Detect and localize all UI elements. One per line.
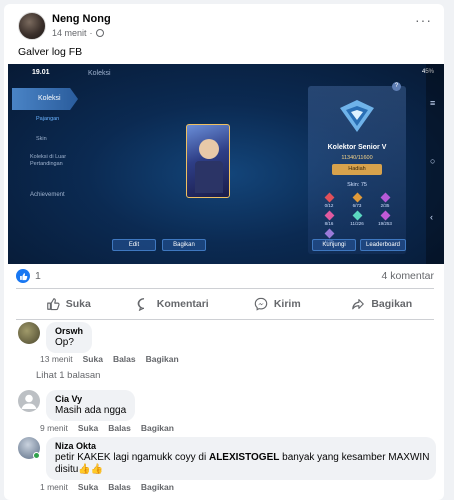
comment-time[interactable]: 1 menit bbox=[40, 482, 68, 492]
image-nav: Koleksi Pajangan Skin Koleksi di Luar Pe… bbox=[8, 84, 82, 254]
commenter-name[interactable]: Niza Okta bbox=[55, 441, 427, 451]
post-meta: 14 menit · bbox=[52, 28, 104, 38]
meta-separator: · bbox=[89, 28, 93, 38]
more-options-icon[interactable]: ··· bbox=[415, 12, 432, 28]
comment-text: Op? bbox=[55, 337, 74, 348]
post-actions: Suka Komentari Kirim Bagikan bbox=[16, 290, 434, 318]
share-icon bbox=[352, 299, 365, 310]
comment-text-part: petir KAKEK lagi ngamukk coyy di bbox=[55, 452, 209, 463]
image-skin-card bbox=[186, 124, 230, 198]
image-screen-title: Koleksi bbox=[88, 70, 111, 77]
comment-like-button[interactable]: Suka bbox=[78, 482, 98, 492]
divider bbox=[16, 319, 434, 320]
comment-reply-button[interactable]: Balas bbox=[108, 423, 131, 433]
like-button[interactable]: Suka bbox=[16, 290, 121, 318]
comment-reply-button[interactable]: Balas bbox=[108, 482, 131, 492]
default-avatar-icon bbox=[21, 394, 37, 409]
comment-time[interactable]: 9 menit bbox=[40, 423, 68, 433]
view-replies-link[interactable]: Lihat 1 balasan bbox=[36, 370, 100, 381]
comment-actions: 9 menit Suka Balas Bagikan bbox=[40, 423, 174, 433]
comment-share-button[interactable]: Bagikan bbox=[146, 354, 179, 364]
image-help-icon: ? bbox=[392, 82, 401, 91]
post-time[interactable]: 14 menit bbox=[52, 28, 87, 38]
comment-share-button[interactable]: Bagikan bbox=[141, 482, 174, 492]
rank-emblem-icon bbox=[340, 100, 374, 132]
comment-text-bold: ALEXISTOGEL bbox=[208, 452, 280, 463]
image-menu-icon: ≡ bbox=[430, 98, 436, 108]
image-grid-cell: 19/253 bbox=[374, 210, 396, 226]
image-nav-active-label: Koleksi bbox=[38, 95, 61, 102]
comment-button[interactable]: Komentari bbox=[121, 290, 226, 318]
image-nav-item: Koleksi di Luar Pertandingan bbox=[30, 154, 67, 167]
image-rank-title: Kolektor Senior V bbox=[327, 144, 387, 151]
send-button-label: Kirim bbox=[273, 298, 301, 310]
comment-text: petir KAKEK lagi ngamukk coyy di ALEXIST… bbox=[55, 452, 430, 463]
comment-button-label: Komentari bbox=[156, 298, 209, 310]
image-status-time: 19.01 bbox=[32, 69, 50, 76]
comment-bubble: Niza Okta petir KAKEK lagi ngamukk coyy … bbox=[46, 437, 436, 480]
image-grid-cell: 8/16 bbox=[318, 210, 340, 226]
image-rank-panel: Kolektor Senior V 11340/11600 Hadiah Ski… bbox=[308, 86, 406, 254]
messenger-icon bbox=[254, 297, 268, 311]
image-grid-cell: 11/226 bbox=[346, 210, 368, 226]
comment-share-button[interactable]: Bagikan bbox=[141, 423, 174, 433]
comment-actions: 1 menit Suka Balas Bagikan bbox=[40, 482, 174, 492]
reaction-summary[interactable]: 1 bbox=[16, 269, 41, 283]
comment-like-button[interactable]: Suka bbox=[83, 354, 103, 364]
like-button-label: Suka bbox=[65, 298, 91, 310]
image-edit-button: Edit bbox=[112, 239, 156, 251]
image-nav-item: Skin bbox=[36, 136, 47, 142]
image-nav-achievement: Achievement bbox=[30, 192, 65, 198]
comment-like-button[interactable]: Suka bbox=[78, 423, 98, 433]
image-home-icon: ○ bbox=[430, 156, 436, 166]
commenter-name[interactable]: Cia Vy bbox=[55, 394, 126, 404]
image-points: 11340/11600 bbox=[341, 155, 373, 161]
image-share-button: Bagikan bbox=[162, 239, 206, 251]
image-grid-cell: 0/12 bbox=[318, 192, 340, 208]
comment-text-part: banyak yang kesamber MAXWIN bbox=[279, 452, 430, 463]
thumbs-up-icon bbox=[46, 298, 60, 311]
image-grid-cell: 2/35 bbox=[374, 192, 396, 208]
comment-reply-button[interactable]: Balas bbox=[113, 354, 136, 364]
image-leaderboard-button: Leaderboard bbox=[360, 239, 406, 251]
post-card: Neng Nong 14 menit · ··· Galver log FB 1… bbox=[4, 4, 444, 500]
post-caption: Galver log FB bbox=[18, 46, 83, 58]
image-skin-count: Skin: 75 bbox=[347, 182, 367, 188]
image-visit-button: Kunjungi bbox=[312, 239, 356, 251]
share-button[interactable]: Bagikan bbox=[330, 290, 435, 318]
comment-time[interactable]: 13 menit bbox=[40, 354, 73, 364]
author-name[interactable]: Neng Nong bbox=[52, 13, 111, 25]
like-count: 1 bbox=[35, 270, 41, 282]
comment-bubble: Orswh Op? bbox=[46, 322, 93, 353]
comment-actions: 13 menit Suka Balas Bagikan bbox=[40, 354, 179, 364]
divider bbox=[16, 288, 434, 289]
globe-icon bbox=[95, 29, 104, 37]
comment-text-line2: disitu👍👍 bbox=[55, 464, 104, 475]
image-reward-button: Hadiah bbox=[332, 164, 382, 175]
image-nav-active: Koleksi bbox=[12, 88, 78, 110]
author-avatar[interactable] bbox=[18, 12, 46, 40]
image-grid-cell: 6/73 bbox=[346, 192, 368, 208]
comment-icon bbox=[137, 298, 144, 311]
like-reaction-icon bbox=[16, 269, 30, 283]
commenter-avatar[interactable] bbox=[18, 322, 40, 344]
commenter-avatar[interactable] bbox=[18, 390, 40, 412]
post-header: Neng Nong 14 menit · ··· bbox=[4, 4, 444, 44]
image-back-icon: ‹ bbox=[430, 212, 433, 222]
post-image[interactable]: 19.01 Koleksi 45% Koleksi Pajangan Skin … bbox=[8, 64, 444, 264]
image-nav-item: Pajangan bbox=[36, 116, 60, 122]
image-phone-nav: ≡ ○ ‹ bbox=[426, 64, 444, 264]
comment-count[interactable]: 4 komentar bbox=[381, 270, 434, 282]
share-button-label: Bagikan bbox=[371, 298, 413, 310]
comment-text: Masih ada ngga bbox=[55, 405, 127, 416]
commenter-name[interactable]: Orswh bbox=[55, 326, 83, 336]
send-button[interactable]: Kirim bbox=[225, 290, 330, 318]
comment-bubble: Cia Vy Masih ada ngga bbox=[46, 390, 136, 421]
online-status-dot bbox=[33, 452, 40, 459]
